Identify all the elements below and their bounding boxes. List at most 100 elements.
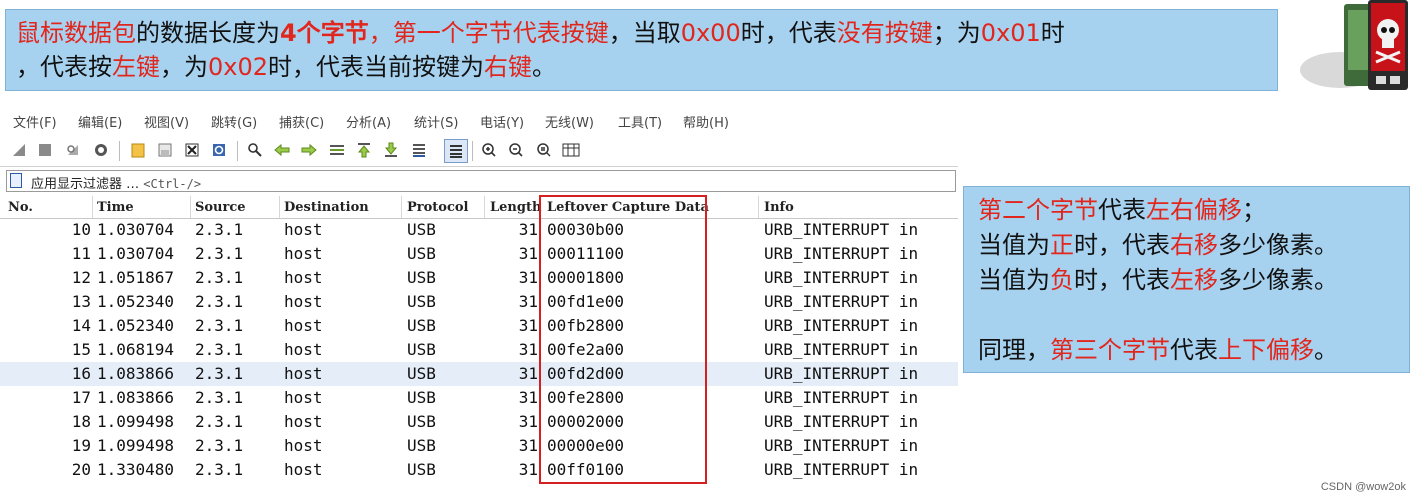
column-divider[interactable]: [92, 196, 93, 218]
packet-source: 2.3.1: [195, 220, 244, 239]
annotation-text-segment: 4个字节: [280, 19, 369, 47]
packet-source: 2.3.1: [195, 268, 244, 287]
packet-info: URB_INTERRUPT in: [764, 244, 919, 263]
zoom-in-icon[interactable]: [478, 139, 500, 161]
packet-destination: host: [284, 364, 323, 383]
shark-fin-start-icon[interactable]: [8, 139, 30, 161]
last-packet-icon[interactable]: [380, 139, 402, 161]
col-header-destination[interactable]: Destination: [284, 200, 369, 215]
colorize-icon[interactable]: [444, 139, 468, 163]
packet-protocol: USB: [407, 292, 436, 311]
menu-help[interactable]: 帮助(H): [683, 112, 729, 131]
packet-destination: host: [284, 460, 323, 479]
annotation-text-segment: 同理，: [978, 336, 1050, 364]
reload-icon[interactable]: [208, 139, 230, 161]
col-header-time[interactable]: Time: [97, 200, 134, 215]
resize-columns-icon[interactable]: [560, 139, 582, 161]
packet-list: No. Time Source Destination Protocol Len…: [0, 196, 958, 486]
annotation-text-segment: 时，代表当前按键为: [268, 53, 485, 81]
annotation-text-segment: 0x01: [980, 19, 1041, 47]
packet-source: 2.3.1: [195, 244, 244, 263]
packet-no: 20: [71, 460, 91, 479]
menu-telephony[interactable]: 电话(Y): [480, 112, 524, 131]
bookmark-icon[interactable]: [10, 173, 22, 188]
packet-destination: host: [284, 292, 323, 311]
packet-info: URB_INTERRUPT in: [764, 316, 919, 335]
table-row[interactable]: 19 1.099498 2.3.1 host USB 31 00000e00 URB_INTE…: [0, 434, 958, 458]
column-divider[interactable]: [484, 196, 485, 218]
packet-source: 2.3.1: [195, 340, 244, 359]
packet-protocol: USB: [407, 436, 436, 455]
goto-packet-icon[interactable]: [326, 139, 348, 161]
annotation-text-segment: 左移: [1170, 266, 1218, 294]
first-packet-icon[interactable]: [353, 139, 375, 161]
zoom-out-icon[interactable]: [505, 139, 527, 161]
packet-info: URB_INTERRUPT in: [764, 268, 919, 287]
annotation-text-segment: 0x02: [208, 53, 269, 81]
table-row[interactable]: 17 1.083866 2.3.1 host USB 31 00fe2800 URB_INTE…: [0, 386, 958, 410]
menu-tools[interactable]: 工具(T): [618, 112, 662, 131]
annotation-text-segment: 时，代表: [1074, 231, 1170, 259]
menu-statistics[interactable]: 统计(S): [414, 112, 458, 131]
col-header-source[interactable]: Source: [195, 200, 246, 215]
menu-capture[interactable]: 捕获(C): [279, 112, 324, 131]
column-divider[interactable]: [279, 196, 280, 218]
table-row[interactable]: 16 1.083866 2.3.1 host USB 31 00fd2d00 URB_INTE…: [0, 362, 958, 386]
column-divider[interactable]: [401, 196, 402, 218]
open-file-icon[interactable]: [127, 139, 149, 161]
side-annotation-line-3: 当值为负时，代表左移多少像素。: [978, 263, 1395, 298]
filter-shortcut: <Ctrl-/>: [143, 177, 202, 191]
table-row[interactable]: 12 1.051867 2.3.1 host USB 31 00001800 URB_INTE…: [0, 266, 958, 290]
autoscroll-icon[interactable]: [408, 139, 430, 161]
options-icon[interactable]: [90, 139, 112, 161]
packet-protocol: USB: [407, 268, 436, 287]
table-row[interactable]: 10 1.030704 2.3.1 host USB 31 00030b00 URB_INTE…: [0, 218, 958, 242]
col-header-protocol[interactable]: Protocol: [407, 200, 469, 215]
packet-time: 1.099498: [97, 412, 175, 431]
main-toolbar: [0, 136, 958, 167]
forward-icon[interactable]: [298, 139, 320, 161]
packet-length: 31: [518, 316, 538, 335]
annotation-text-segment: 鼠标数据包: [16, 19, 136, 47]
annotation-text-segment: 代表: [1098, 196, 1146, 224]
annotation-text-segment: 正: [1050, 231, 1074, 259]
column-divider[interactable]: [758, 196, 759, 218]
find-icon[interactable]: [244, 139, 266, 161]
menu-wireless[interactable]: 无线(W): [545, 112, 594, 131]
col-header-length[interactable]: Length: [490, 200, 541, 215]
column-divider[interactable]: [190, 196, 191, 218]
side-annotation-box: 第二个字节代表左右偏移； 当值为正时，代表右移多少像素。 当值为负时，代表左移多…: [963, 186, 1410, 373]
packet-destination: host: [284, 244, 323, 263]
table-row[interactable]: 20 1.330480 2.3.1 host USB 31 00ff0100 URB_INTE…: [0, 458, 958, 482]
packet-protocol: USB: [407, 460, 436, 479]
display-filter-bar[interactable]: 应用显示过滤器 … <Ctrl-/>: [6, 170, 956, 192]
toolbar-separator: [237, 141, 238, 161]
menu-view[interactable]: 视图(V): [144, 112, 189, 131]
display-filter-input[interactable]: 应用显示过滤器 … <Ctrl-/>: [31, 173, 201, 192]
menu-edit[interactable]: 编辑(E): [78, 112, 122, 131]
table-row[interactable]: 14 1.052340 2.3.1 host USB 31 00fb2800 URB_INTE…: [0, 314, 958, 338]
menu-analyze[interactable]: 分析(A): [346, 112, 391, 131]
menu-file[interactable]: 文件(F): [13, 112, 57, 131]
packet-length: 31: [518, 220, 538, 239]
packet-no: 12: [71, 268, 91, 287]
restart-icon[interactable]: [62, 139, 84, 161]
col-header-no[interactable]: No.: [8, 200, 33, 215]
zoom-normal-icon[interactable]: [533, 139, 555, 161]
stop-icon[interactable]: [34, 139, 56, 161]
annotation-text-segment: 左右偏移: [1146, 196, 1242, 224]
table-row[interactable]: 11 1.030704 2.3.1 host USB 31 00011100 URB_INTE…: [0, 242, 958, 266]
annotation-text-segment: 多少像素。: [1218, 231, 1338, 259]
packet-no: 16: [71, 364, 91, 383]
packet-length: 31: [518, 412, 538, 431]
table-row[interactable]: 15 1.068194 2.3.1 host USB 31 00fe2a00 URB_INTE…: [0, 338, 958, 362]
close-file-icon[interactable]: [181, 139, 203, 161]
save-icon[interactable]: [154, 139, 176, 161]
packet-source: 2.3.1: [195, 316, 244, 335]
table-row[interactable]: 18 1.099498 2.3.1 host USB 31 00002000 URB_INTE…: [0, 410, 958, 434]
annotation-text-segment: 上下偏移: [1218, 336, 1314, 364]
back-icon[interactable]: [271, 139, 293, 161]
col-header-info[interactable]: Info: [764, 200, 794, 215]
table-row[interactable]: 13 1.052340 2.3.1 host USB 31 00fd1e00 URB_INTE…: [0, 290, 958, 314]
menu-go[interactable]: 跳转(G): [211, 112, 257, 131]
